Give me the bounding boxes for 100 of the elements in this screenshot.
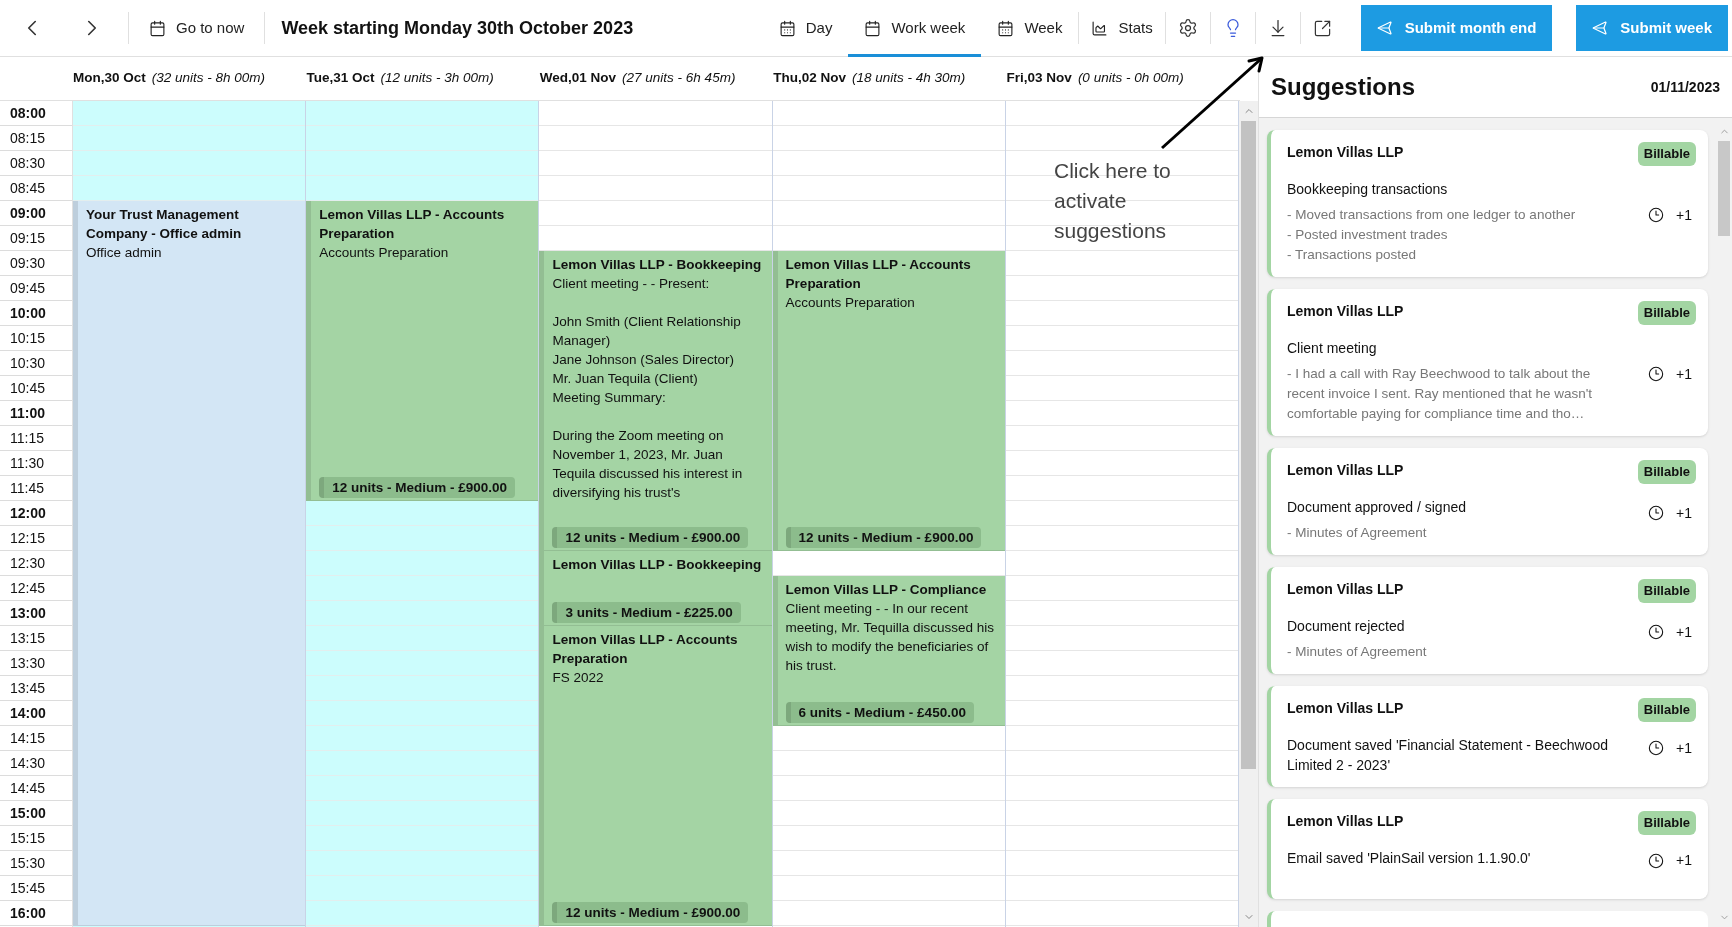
suggestion-count: +1 [1676, 622, 1692, 642]
event-title: Lemon Villas LLP - Bookkeeping [552, 556, 763, 574]
event-summary: 6 units - Medium - £450.00 [785, 702, 974, 723]
stats-button[interactable]: Stats [1079, 16, 1165, 40]
time-label: 12:00 [10, 503, 46, 523]
send-icon [1592, 20, 1609, 36]
activity-detail: - Transactions posted [1287, 246, 1418, 264]
calendar-event[interactable]: Lemon Villas LLP - Bookkeeping 3 units - Medium - £225.00 [539, 551, 772, 626]
billable-tag: Billable [1637, 142, 1696, 166]
event-title: Lemon Villas LLP - Accounts Preparation [785, 256, 972, 293]
event-description: FS 2022 [552, 669, 605, 687]
scrollbar-thumb[interactable] [1718, 141, 1730, 236]
annotation-text: Click here to activate suggestions [1054, 158, 1172, 244]
event-description: Accounts Preparation [319, 244, 450, 262]
activity-title: Document saved 'Financial Statement - Beechwood Limited 2 - 2023' [1287, 736, 1609, 775]
event-summary: 12 units - Medium - £900.00 [552, 527, 749, 548]
view-tab[interactable]: Work week [848, 0, 982, 57]
time-label: 15:00 [10, 803, 46, 823]
activity-detail: - Minutes of Agreement [1287, 524, 1428, 542]
day-label: Fri,03 Nov [1006, 69, 1072, 88]
time-label: 08:45 [10, 178, 46, 198]
calendar-event[interactable]: Lemon Villas LLP - Accounts Preparation Accounts Preparation 12 units - Medium - £900.00 [772, 251, 1005, 551]
time-label: 15:45 [10, 878, 46, 898]
day-summary: (18 units - 4h 30m) [851, 69, 966, 88]
time-label: 10:30 [10, 353, 46, 373]
event-summary: 12 units - Medium - £900.00 [785, 527, 982, 548]
time-label: 09:15 [10, 228, 46, 248]
event-title: Lemon Villas LLP - Compliance [785, 581, 988, 599]
time-label: 11:15 [10, 428, 44, 448]
billable-tag: Billable [1637, 698, 1696, 722]
billable-tag: Billable [1637, 811, 1696, 835]
scrollbar-thumb[interactable] [1241, 121, 1256, 769]
suggestion-count: +1 [1676, 851, 1692, 871]
day-summary: (27 units - 6h 45m) [622, 69, 736, 88]
event-description: Client meeting - - In our recent meeting, Mr. Tequilla discussed his wish to modify the beneficiaries of his trust. [785, 600, 995, 675]
client-name: Lemon Villas LLP [1287, 302, 1405, 321]
client-name: Lemon Villas LLP [1287, 143, 1405, 162]
clock-icon [1648, 207, 1665, 224]
clock-icon [1648, 624, 1665, 641]
suggestion-card[interactable]: Lemon Villas LLP Client meeting - I had a call with Ray Beechwood to talk about the recent invoice I sent. Ray mentioned that he wasn't comfortable paying for compliance time and tho… Billable +1 [1267, 289, 1708, 436]
day-summary: (32 units - 8h 00m) [151, 69, 266, 88]
day-summary: (12 units - 3h 00m) [380, 69, 494, 88]
event-summary: 12 units - Medium - £900.00 [552, 902, 749, 923]
time-label: 09:00 [10, 203, 46, 223]
activity-detail: - Minutes of Agreement [1287, 643, 1428, 661]
time-label: 10:45 [10, 378, 46, 398]
event-description: Accounts Preparation [785, 294, 916, 312]
calendar-icon [997, 19, 1015, 37]
time-label: 13:45 [10, 678, 46, 698]
suggestion-count: +1 [1676, 503, 1692, 523]
send-icon [1376, 20, 1393, 36]
clock-icon [1648, 366, 1665, 383]
client-name: Lemon Villas LLP [1287, 699, 1405, 718]
go-to-now-button[interactable]: Go to now [141, 16, 253, 40]
time-label: 09:30 [10, 253, 46, 273]
calendar-event[interactable]: Your Trust Management Company - Office admin Office admin [73, 201, 306, 926]
calendar-event[interactable]: Lemon Villas LLP - Accounts Preparation FS 2022 12 units - Medium - £900.00 [539, 626, 772, 926]
time-label: 09:45 [10, 278, 46, 298]
time-label: 12:30 [10, 553, 46, 573]
billable-tag: Billable [1637, 579, 1696, 603]
event-summary: 12 units - Medium - £900.00 [319, 477, 515, 498]
calendar-event[interactable] [539, 251, 772, 551]
time-label: 10:00 [10, 303, 46, 323]
billable-tag: Billable [1637, 301, 1696, 325]
time-label: 13:00 [10, 603, 46, 623]
suggestion-card[interactable]: Lemon Villas LLP Document saved 'Financial Statement - Beechwood Limited 2 - 2023' Billable +1 [1267, 686, 1708, 787]
scrollbar[interactable] [1239, 101, 1258, 927]
activity-detail: - I had a call with Ray Beechwood to talk about the recent invoice I sent. Ray mentioned that he wasn't comfortable paying for compliance time and tho… [1287, 365, 1593, 423]
panel-date: 01/11/2023 [1650, 77, 1720, 97]
view-tab[interactable]: Week [981, 0, 1079, 57]
calendar-event[interactable]: Lemon Villas LLP - Accounts Preparation Accounts Preparation 12 units - Medium - £900.00 [306, 201, 539, 501]
time-label: 10:15 [10, 328, 46, 348]
week-title: Week starting Monday 30th October 2023 [281, 16, 634, 40]
suggestion-card[interactable]: Lemon Villas LLP Document rejected - Minutes of Agreement Billable +1 [1267, 567, 1708, 674]
time-label: 08:00 [10, 103, 46, 123]
activity-detail: - Posted investment trades [1287, 226, 1449, 244]
day-label: Wed,01 Nov [539, 69, 617, 88]
activity-title: Client meeting [1287, 339, 1378, 358]
time-label: 12:15 [10, 528, 46, 548]
activity-title: Bookkeeping transactions [1287, 180, 1449, 199]
settings-icon [1177, 18, 1198, 38]
activity-title: Document approved / signed [1287, 498, 1467, 517]
suggestion-card[interactable]: Lemon Villas LLP Document approved / signed - Minutes of Agreement Billable +1 [1267, 448, 1708, 555]
time-label: 15:15 [10, 828, 46, 848]
activity-title: Email saved 'PlainSail version 1.1.90.0' [1287, 849, 1532, 868]
panel-title: Suggestions [1271, 72, 1415, 102]
client-name: Lemon Villas LLP [1287, 812, 1405, 831]
client-name: Lemon Villas LLP [1287, 461, 1405, 480]
event-title: Lemon Villas LLP - Accounts Preparation [319, 206, 506, 243]
calendar-event[interactable]: Lemon Villas LLP - Compliance Client meeting - - In our recent meeting, Mr. Tequilla discussed his wish to modify the beneficiaries of his trust. 6 units - Medium - £450.00 [772, 576, 1005, 726]
time-label: 11:45 [10, 478, 44, 498]
activity-title: Document rejected [1287, 617, 1406, 636]
event-description: Client meeting - - Present: John Smith (Client Relationship Manager) Jane Johnson (Sales Director) Mr. Juan Tequila (Client) Meeting Summary: During the Zoom meeting on November 1, 2023, Mr. Juan Tequila discussed his interest in diversifying his trust's [552, 275, 744, 502]
view-tab[interactable]: Day [762, 0, 849, 57]
day-label: Mon,30 Oct [73, 69, 146, 88]
suggestion-card[interactable]: Lemon Villas LLP Bookkeeping transactions - Moved transactions from one ledger to another - Posted investment trades - Transactions posted Billable +1 [1267, 130, 1708, 277]
suggestion-card[interactable]: Lemon Villas LLP Email saved 'PlainSail version 1.1.90.0' Billable +1 [1267, 799, 1708, 899]
clock-icon [1648, 852, 1665, 869]
event-title: Your Trust Management Company - Office admin [86, 206, 243, 243]
clock-icon [1648, 505, 1665, 522]
